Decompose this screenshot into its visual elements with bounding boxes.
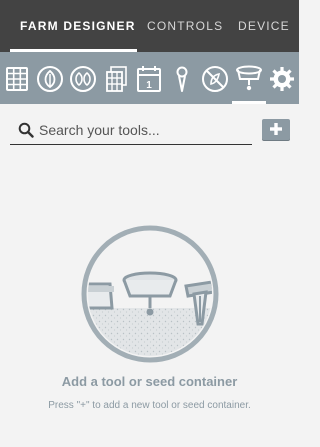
tab-device[interactable]: DEVICE — [238, 0, 290, 52]
top-nav: FARM DESIGNER CONTROLS DEVICE — [0, 0, 299, 52]
plant-groups-icon[interactable] — [68, 64, 98, 94]
empty-state-title: Add a tool or seed container — [61, 374, 238, 389]
empty-state-description: Press "+" to add a new tool or seed cont… — [48, 400, 251, 411]
plus-icon — [270, 123, 282, 135]
search-icon — [18, 122, 34, 138]
search-box — [10, 116, 252, 145]
active-panel-indicator — [232, 101, 266, 104]
calendar-day-text: 1 — [146, 80, 152, 91]
add-tool-button[interactable] — [262, 119, 290, 140]
panel-toolbar: 1 — [0, 52, 299, 104]
map-grid-icon[interactable] — [2, 64, 32, 94]
tab-controls[interactable]: CONTROLS — [147, 0, 223, 52]
tab-farm-designer[interactable]: FARM DESIGNER — [20, 0, 136, 52]
weed-icon[interactable] — [200, 64, 230, 94]
plant-leaf-icon[interactable] — [35, 64, 65, 94]
calendar-icon[interactable]: 1 — [134, 64, 164, 94]
saved-gardens-icon[interactable] — [101, 64, 131, 94]
gear-icon[interactable] — [267, 64, 297, 94]
tool-mount-icon[interactable] — [234, 64, 264, 94]
tools-empty-illustration — [81, 225, 219, 363]
point-pin-icon[interactable] — [167, 64, 197, 94]
search-input[interactable] — [39, 118, 249, 142]
